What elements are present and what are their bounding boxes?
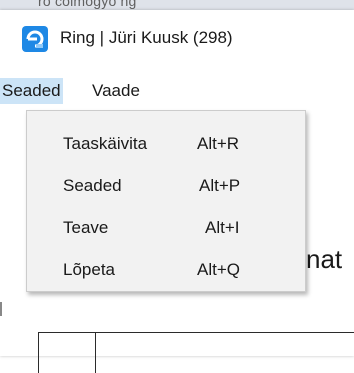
window-title: Ring | Jüri Kuusk (298) (60, 28, 233, 47)
menu-item-shortcut: Alt+Q (197, 260, 240, 279)
menu-item-shortcut: Alt+R (197, 134, 240, 153)
page-heading-fragment: nat (306, 244, 343, 274)
title-bar: Ring | Jüri Kuusk (298) (0, 10, 354, 76)
ring-app-icon (22, 26, 48, 52)
menu-item-label: Teave (63, 218, 109, 237)
menu-item-label: Lõpeta (63, 260, 115, 279)
menu-item-about[interactable]: Teave Alt+I (27, 209, 305, 247)
table-column-divider (95, 333, 96, 373)
menu-item-settings[interactable]: Seaded Alt+P (27, 167, 305, 205)
menu-item-restart[interactable]: Taaskäivita Alt+R (27, 125, 305, 163)
left-edge-mark (0, 302, 2, 316)
menu-item-label: Taaskäivita (63, 134, 148, 153)
menu-vaade[interactable]: Vaade (90, 78, 142, 104)
menu-item-label: Seaded (63, 176, 122, 195)
menu-seaded[interactable]: Seaded (0, 78, 63, 104)
content-table (38, 332, 354, 373)
background-window-strip: ro colmogyo ng (0, 0, 354, 10)
menu-item-shortcut: Alt+P (199, 176, 241, 195)
background-window-text: ro colmogyo ng (38, 0, 137, 9)
seaded-dropdown-menu: Taaskäivita Alt+R Seaded Alt+P Teave Alt… (26, 110, 306, 292)
menu-item-quit[interactable]: Lõpeta Alt+Q (27, 251, 305, 289)
menu-item-shortcut: Alt+I (205, 218, 240, 237)
menu-bar: Seaded Vaade (0, 76, 354, 108)
